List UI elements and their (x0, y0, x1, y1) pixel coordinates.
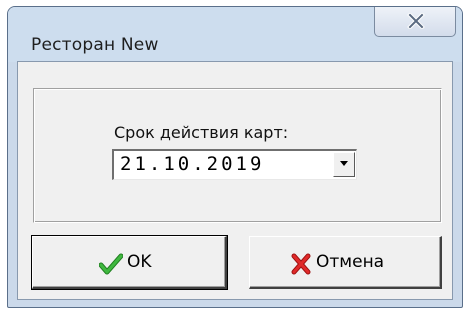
window-title: Ресторан New (31, 35, 159, 55)
cancel-button-label: Отмена (316, 252, 385, 272)
close-icon (407, 13, 425, 29)
red-x-icon (291, 253, 311, 275)
cancel-button[interactable]: Отмена (249, 236, 442, 289)
date-value[interactable]: 21.10.2019 (120, 153, 264, 175)
title-bar[interactable]: Ресторан New (8, 7, 462, 62)
dialog-client-area: Срок действия карт: 21.10.2019 OK Отмена (17, 61, 453, 300)
chevron-down-icon (340, 161, 348, 166)
checkmark-icon (99, 253, 123, 275)
ok-button[interactable]: OK (31, 235, 228, 290)
date-combobox[interactable]: 21.10.2019 (112, 149, 357, 180)
card-validity-label: Срок действия карт: (114, 123, 289, 142)
date-group-box: Срок действия карт: 21.10.2019 (33, 88, 442, 223)
dialog-window: Ресторан New Срок действия карт: 21.10.2… (7, 6, 463, 308)
date-dropdown-button[interactable] (333, 152, 355, 177)
ok-button-label: OK (127, 252, 152, 272)
close-button[interactable] (374, 7, 456, 37)
